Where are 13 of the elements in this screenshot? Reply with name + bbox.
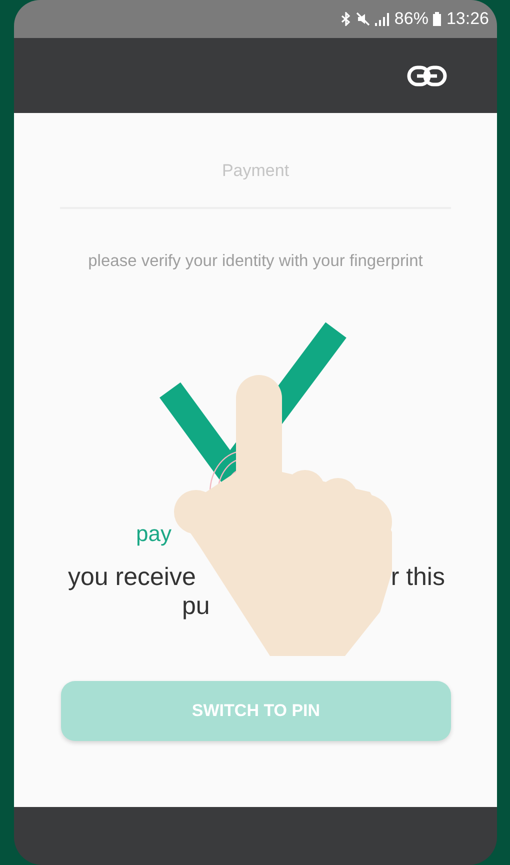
instruction-text: please verify your identity with your fingerprint [87,252,424,271]
result-title: pay [136,521,172,546]
result-message: pu [182,592,210,620]
mute-icon [356,12,370,26]
switch-to-pin-button[interactable]: SWITCH TO PIN [61,681,451,741]
battery-percentage: 86% [394,9,428,29]
result-message: r this [390,563,445,592]
result-message: you receive [68,563,196,592]
signal-icon [375,12,390,26]
battery-icon [433,12,442,26]
link-icon[interactable] [407,64,447,86]
bluetooth-icon [341,12,352,26]
clock: 13:26 [446,9,489,29]
